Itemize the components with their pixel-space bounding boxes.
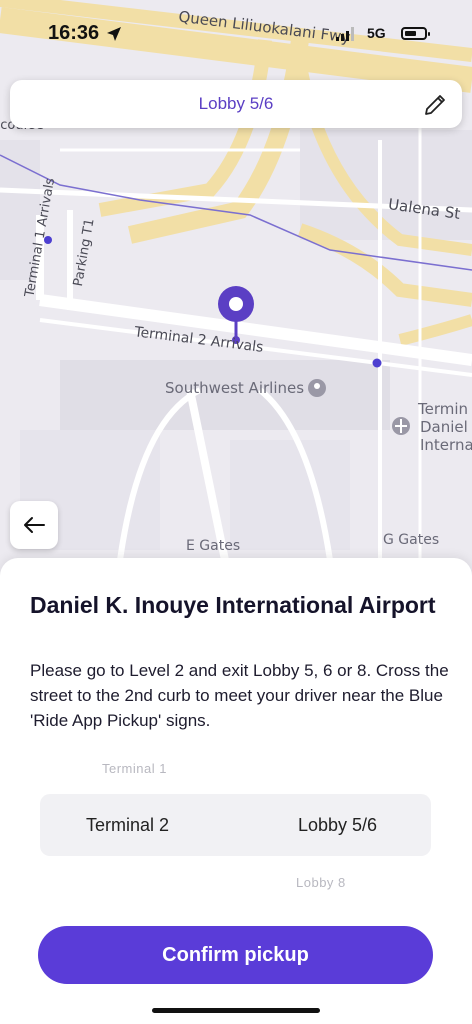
pencil-icon[interactable] <box>422 92 448 118</box>
map-label-e-gates: E Gates <box>186 538 241 554</box>
location-arrow-icon <box>107 27 121 41</box>
back-button[interactable] <box>10 501 58 549</box>
map-label-g-gates: G Gates <box>383 532 440 548</box>
map-label-terminal-right-2: Daniel I <box>420 418 472 436</box>
picker-option-above[interactable]: Terminal 1 <box>102 761 167 776</box>
pickup-sheet: Daniel K. Inouye International Airport P… <box>0 558 472 1024</box>
confirm-pickup-button[interactable]: Confirm pickup <box>38 926 433 984</box>
network-type: 5G <box>367 25 386 41</box>
status-bar: 16:36 5G <box>0 0 472 60</box>
picker-selected-row[interactable]: Terminal 2 Lobby 5/6 <box>40 794 431 856</box>
map-label-southwest: Southwest Airlines <box>165 379 305 397</box>
signal-icon <box>336 27 354 41</box>
picker-selected-lobby[interactable]: Lobby 5/6 <box>298 815 377 836</box>
home-indicator[interactable] <box>152 1008 320 1013</box>
status-time: 16:36 <box>48 22 100 44</box>
picker-selected-terminal[interactable]: Terminal 2 <box>86 815 169 836</box>
battery-icon <box>401 27 430 40</box>
arrow-left-icon <box>24 517 45 533</box>
map-label-terminal-right-3: Interna <box>420 436 472 454</box>
map-label-terminal-right-1: Termin <box>418 400 469 418</box>
picker-option-below[interactable]: Lobby 8 <box>296 875 346 890</box>
airport-title: Daniel K. Inouye International Airport <box>30 592 436 618</box>
pickup-location-label: Lobby 5/6 <box>198 94 274 113</box>
pickup-instructions: Please go to Level 2 and exit Lobby 5, 6… <box>30 661 449 730</box>
pickup-location-card[interactable]: Lobby 5/6 <box>10 80 462 128</box>
